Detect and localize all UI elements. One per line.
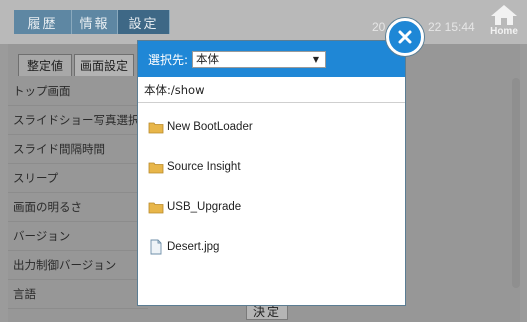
close-button[interactable] (386, 18, 424, 56)
file-entry[interactable]: USB_Upgrade (148, 197, 241, 217)
list-item[interactable]: 出力制御バージョン (8, 251, 148, 280)
select-value: 本体 (196, 52, 220, 66)
home-icon (491, 5, 517, 25)
home-button[interactable]: Home (484, 4, 524, 42)
folder-icon (148, 162, 164, 174)
file-entry[interactable]: Desert.jpg (148, 237, 219, 257)
file-entry[interactable]: New BootLoader (148, 117, 253, 137)
top-bar: 履歴 情報 設定 20 22 15:44 Home (0, 0, 527, 44)
home-label: Home (490, 26, 518, 37)
list-item[interactable]: スライド間隔時間 (8, 135, 148, 164)
list-item[interactable]: 言語 (8, 280, 148, 309)
subtab-screen-settings[interactable]: 画面設定 (74, 54, 134, 76)
folder-icon (148, 202, 164, 214)
entry-name: USB_Upgrade (167, 201, 242, 213)
current-path: 本体:/show (138, 77, 405, 103)
select-label: 選択先: (148, 52, 189, 67)
close-icon (398, 30, 412, 44)
file-entry[interactable]: Source Insight (148, 157, 241, 177)
clock-date: 20 (372, 20, 386, 34)
list-item[interactable]: トップ画面 (8, 77, 148, 106)
list-item[interactable]: スリープ (8, 164, 148, 193)
settings-list: トップ画面 スライドショー写真選択 スライド間隔時間 スリープ 画面の明るさ バ… (8, 77, 148, 322)
clock-time: 22 15:44 (428, 20, 475, 34)
tab-info[interactable]: 情報 (72, 10, 118, 34)
scrollbar[interactable] (512, 78, 520, 288)
tab-settings[interactable]: 設定 (118, 10, 170, 34)
entry-name: New BootLoader (167, 121, 253, 133)
folder-icon (148, 122, 164, 134)
list-item[interactable]: 画面の明るさ (8, 193, 148, 222)
list-item[interactable]: バージョン (8, 222, 148, 251)
tab-history[interactable]: 履歴 (14, 10, 72, 34)
entry-name: Source Insight (167, 161, 241, 173)
chevron-down-icon: ▼ (312, 54, 320, 64)
file-icon (150, 239, 162, 255)
list-item[interactable]: スライドショー写真選択 (8, 106, 148, 135)
subtab-values[interactable]: 整定値 (18, 54, 72, 76)
destination-select[interactable]: 本体 ▼ (192, 50, 327, 68)
entry-name: Desert.jpg (167, 241, 220, 253)
file-picker-dialog: 選択先: 本体 ▼ 本体:/show New BootLoader Source… (137, 40, 406, 306)
dialog-header: 選択先: 本体 ▼ (138, 41, 405, 77)
